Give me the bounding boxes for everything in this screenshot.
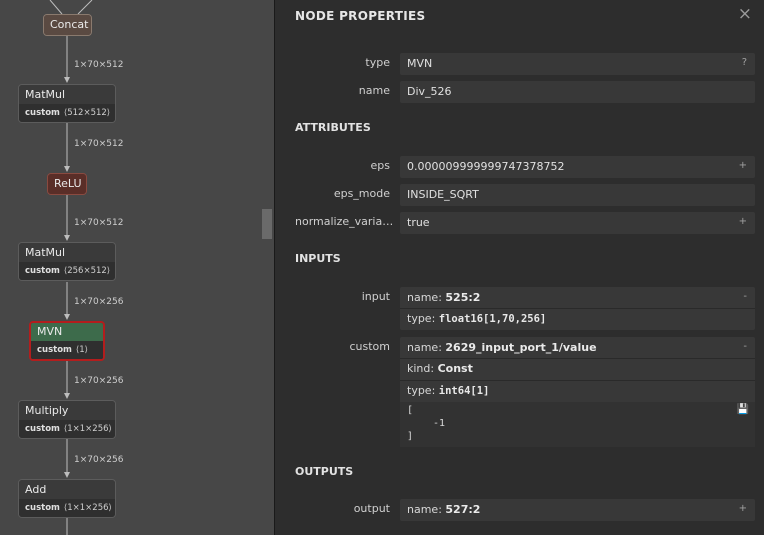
output-label: output [353, 502, 390, 515]
node-attr: custom ⟨256×512⟩ [19, 262, 115, 280]
outputs-header: OUTPUTS [295, 465, 354, 478]
attr-value-normalize-variance: true [407, 216, 430, 229]
input-name-line: name: 525:2 [407, 291, 480, 304]
attr-label-eps: eps [370, 159, 390, 172]
attr-key: custom [25, 266, 60, 276]
attr-field-eps[interactable]: 0.000009999999747378752 + [400, 156, 755, 178]
node-attr: custom ⟨1×1×256⟩ [19, 420, 115, 438]
node-concat[interactable]: Concat [43, 14, 92, 36]
type-value: MVN [407, 57, 433, 70]
close-icon[interactable]: × [738, 4, 752, 24]
attr-key: custom [37, 345, 72, 355]
input-type-key: type: [407, 312, 439, 325]
attr-value: ⟨512×512⟩ [63, 108, 111, 118]
collapse-icon[interactable]: - [743, 341, 747, 352]
custom-type-value: int64[1] [438, 385, 490, 397]
attr-value: ⟨1⟩ [75, 345, 88, 355]
node-title: MVN [31, 323, 103, 341]
edge-in-right [77, 0, 93, 15]
node-multiply[interactable]: Multiply custom ⟨1×1×256⟩ [18, 400, 116, 439]
node-properties-panel: NODE PROPERTIES × type MVN ? name Div_52… [275, 0, 764, 535]
attr-value: ⟨1×1×256⟩ [63, 503, 112, 513]
name-label: name [358, 84, 390, 97]
attr-value-eps: 0.000009999999747378752 [407, 160, 565, 173]
graph-view[interactable]: 1×70×512 1×70×512 1×70×512 1×70×256 1×70… [0, 0, 274, 535]
save-icon[interactable]: 💾 [737, 404, 749, 415]
panel-title: NODE PROPERTIES [295, 9, 426, 23]
attr-value: ⟨1×1×256⟩ [63, 424, 112, 434]
edge-label-shape: 1×70×512 [74, 139, 124, 149]
edge-label-shape: 1×70×512 [74, 60, 124, 70]
input-label: input [361, 290, 390, 303]
type-field[interactable]: MVN ? [400, 53, 755, 75]
expand-icon[interactable]: + [739, 216, 747, 227]
edge-label-shape: 1×70×256 [74, 376, 124, 386]
custom-type-line: type: int64[1] [407, 384, 489, 397]
edge-label-shape: 1×70×256 [74, 297, 124, 307]
edge-label-shape: 1×70×256 [74, 455, 124, 465]
tensor-value-block: [ -1 ] 💾 [400, 402, 755, 447]
custom-field[interactable]: name: 2629_input_port_1/value - kind: Co… [400, 337, 755, 447]
code-line-close: ] [407, 431, 414, 442]
custom-kind-key: kind: [407, 362, 438, 375]
input-name-key: name: [407, 291, 446, 304]
divider [400, 380, 755, 381]
output-name-key: name: [407, 503, 446, 516]
node-title: MatMul [19, 85, 115, 104]
input-type-line: type: float16[1,70,256] [407, 312, 546, 325]
node-attr: custom ⟨1⟩ [31, 341, 103, 359]
output-name-value: 527:2 [445, 503, 481, 516]
output-name-line: name: 527:2 [407, 503, 480, 516]
code-line-open: [ [407, 405, 414, 416]
attr-value: ⟨256×512⟩ [63, 266, 111, 276]
node-attr: custom ⟨1×1×256⟩ [19, 499, 115, 517]
node-add[interactable]: Add custom ⟨1×1×256⟩ [18, 479, 116, 518]
node-title: Add [19, 480, 115, 499]
custom-kind-value: Const [437, 362, 473, 375]
node-title: ReLU [48, 174, 86, 194]
input-type-value: float16[1,70,256] [438, 313, 547, 325]
node-relu[interactable]: ReLU [47, 173, 87, 195]
type-label: type [365, 56, 390, 69]
attr-value-eps-mode: INSIDE_SQRT [407, 188, 479, 201]
attr-key: custom [25, 503, 60, 513]
code-line-value: -1 [433, 418, 446, 429]
input-field[interactable]: name: 525:2 - type: float16[1,70,256] [400, 287, 755, 330]
edge-label-shape: 1×70×512 [74, 218, 124, 228]
input-name-value: 525:2 [445, 291, 481, 304]
inputs-header: INPUTS [295, 252, 341, 265]
custom-type-key: type: [407, 384, 439, 397]
attributes-header: ATTRIBUTES [295, 121, 371, 134]
custom-name-value: 2629_input_port_1/value [445, 341, 597, 354]
node-title: MatMul [19, 243, 115, 262]
expand-icon[interactable]: + [739, 503, 747, 514]
node-matmul-1[interactable]: MatMul custom ⟨512×512⟩ [18, 84, 116, 123]
help-icon[interactable]: ? [742, 57, 747, 68]
node-title: Multiply [19, 401, 115, 420]
custom-label: custom [349, 340, 390, 353]
attr-field-normalize-variance[interactable]: true + [400, 212, 755, 234]
attr-label-eps-mode: eps_mode [333, 187, 390, 200]
name-value: Div_526 [407, 85, 452, 98]
custom-name-line: name: 2629_input_port_1/value [407, 341, 597, 354]
attr-label-normalize-variance: normalize_varia… [295, 215, 394, 228]
panel-resize-handle[interactable] [262, 209, 272, 239]
attr-key: custom [25, 424, 60, 434]
custom-name-key: name: [407, 341, 446, 354]
node-title: Concat [44, 15, 91, 35]
attr-key: custom [25, 108, 60, 118]
attr-field-eps-mode: INSIDE_SQRT [400, 184, 755, 206]
name-field: Div_526 [400, 81, 755, 103]
expand-icon[interactable]: + [739, 160, 747, 171]
node-matmul-2[interactable]: MatMul custom ⟨256×512⟩ [18, 242, 116, 281]
custom-kind-line: kind: Const [407, 362, 473, 375]
output-field[interactable]: name: 527:2 + [400, 499, 755, 521]
collapse-icon[interactable]: - [743, 291, 747, 302]
divider [400, 308, 755, 309]
edge-in-left [49, 0, 63, 15]
node-attr: custom ⟨512×512⟩ [19, 104, 115, 122]
divider [400, 358, 755, 359]
node-mvn-selected[interactable]: MVN custom ⟨1⟩ [29, 321, 105, 361]
